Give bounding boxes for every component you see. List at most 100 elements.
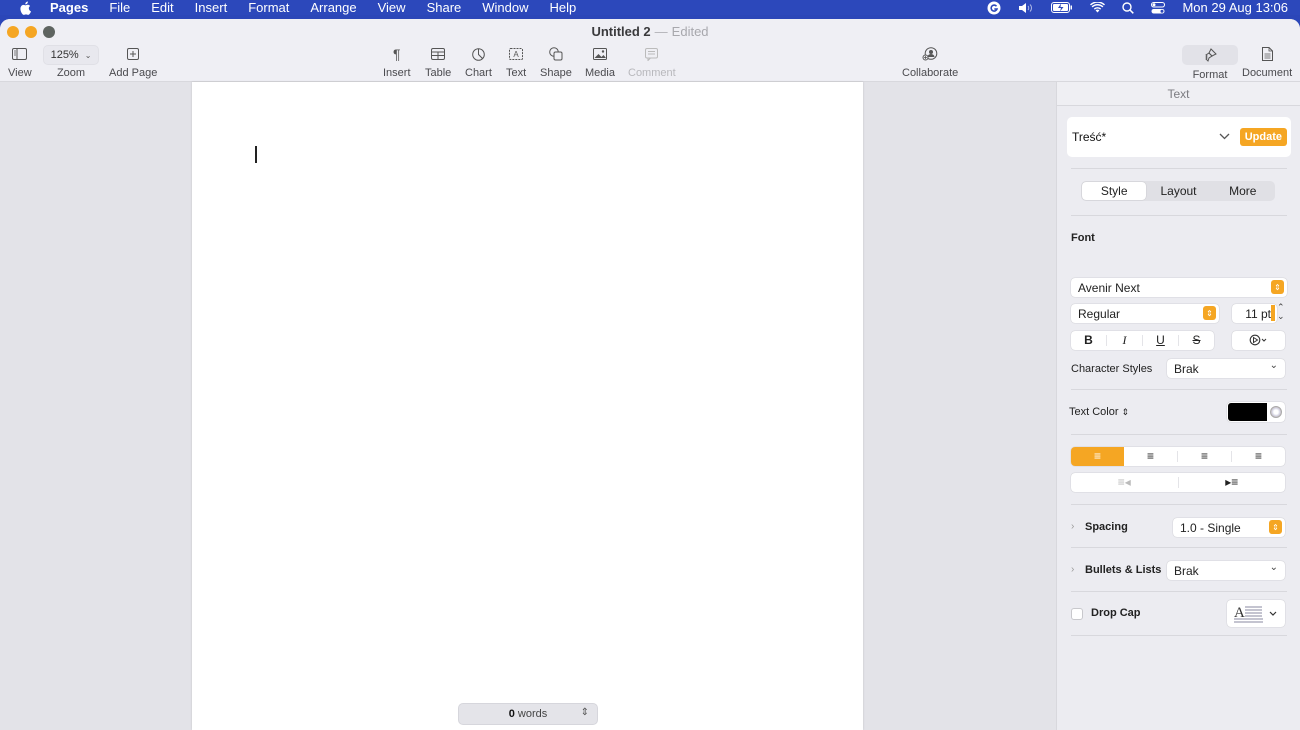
chart-button[interactable]: Chart xyxy=(465,45,492,79)
media-label: Media xyxy=(585,67,615,79)
menu-share[interactable]: Share xyxy=(427,0,462,15)
drop-cap-style-select[interactable]: A xyxy=(1227,600,1285,627)
menu-insert[interactable]: Insert xyxy=(195,0,228,15)
spacing-label[interactable]: Spacing xyxy=(1085,521,1128,533)
apple-menu-icon[interactable] xyxy=(18,1,32,15)
align-right-icon[interactable]: ≡ xyxy=(1178,450,1232,462)
menu-app-pages[interactable]: Pages xyxy=(50,0,88,15)
view-button[interactable]: View xyxy=(8,45,32,79)
table-button[interactable]: Table xyxy=(425,45,451,79)
font-section-label: Font xyxy=(1071,232,1095,244)
menu-window[interactable]: Window xyxy=(482,0,528,15)
insert-button[interactable]: ¶ Insert xyxy=(383,45,411,79)
text-cursor xyxy=(255,146,257,163)
divider xyxy=(1071,547,1287,548)
divider xyxy=(1071,635,1287,636)
disclosure-chevron-icon[interactable]: › xyxy=(1071,564,1074,575)
decrease-indent-icon[interactable]: ≡◂ xyxy=(1071,476,1179,488)
text-color-well[interactable] xyxy=(1227,402,1285,422)
word-count-value: 0 xyxy=(508,708,515,720)
text-color-label[interactable]: Text Color ⇕ xyxy=(1069,406,1129,418)
underline-button[interactable]: U xyxy=(1143,334,1179,346)
align-justify-icon[interactable]: ≡ xyxy=(1232,450,1285,462)
increase-indent-icon[interactable]: ▸≡ xyxy=(1179,476,1286,488)
color-wheel-icon[interactable] xyxy=(1270,406,1282,418)
italic-button[interactable]: I xyxy=(1107,334,1143,346)
grammarly-icon[interactable] xyxy=(987,0,1001,15)
font-family-select[interactable]: Avenir Next ⇕ xyxy=(1071,278,1287,297)
control-center-icon[interactable] xyxy=(1151,0,1166,15)
paintbrush-icon xyxy=(1182,45,1238,65)
bullets-lists-label[interactable]: Bullets & Lists xyxy=(1085,564,1161,576)
menu-file[interactable]: File xyxy=(109,0,130,15)
drop-cap-checkbox[interactable] xyxy=(1071,608,1083,620)
word-count-popup[interactable]: 0 words ⇕ xyxy=(458,703,598,725)
menu-view[interactable]: View xyxy=(378,0,406,15)
document-button[interactable]: Document xyxy=(1242,45,1292,79)
wifi-icon[interactable] xyxy=(1090,0,1106,15)
collaborate-button[interactable]: Collaborate xyxy=(902,45,958,79)
align-center-icon[interactable]: ≡ xyxy=(1124,450,1178,462)
zoom-control[interactable]: 125% ⌄ Zoom xyxy=(43,45,99,79)
comment-icon xyxy=(645,45,659,63)
font-size-value: 11 pt xyxy=(1245,306,1271,321)
text-box-button[interactable]: A Text xyxy=(506,45,526,79)
shape-icon xyxy=(549,45,563,63)
chevron-down-icon: ⌄ xyxy=(84,50,92,60)
update-style-button[interactable]: Update xyxy=(1239,128,1287,146)
table-label: Table xyxy=(425,67,452,79)
format-button[interactable]: Format xyxy=(1182,45,1238,81)
document-canvas: 0 words ⇕ xyxy=(0,82,1056,730)
add-page-button[interactable]: Add Page xyxy=(109,45,157,79)
paragraph-style-card[interactable]: Treść* Update xyxy=(1067,117,1291,157)
battery-charging-icon[interactable] xyxy=(1051,0,1073,15)
view-label: View xyxy=(8,67,32,79)
character-styles-value: Brak xyxy=(1174,361,1199,376)
strikethrough-button[interactable]: S xyxy=(1179,334,1214,346)
menu-edit[interactable]: Edit xyxy=(151,0,173,15)
menu-help[interactable]: Help xyxy=(550,0,577,15)
align-left-icon[interactable]: ≡ xyxy=(1071,447,1124,466)
menu-bar-clock[interactable]: Mon 29 Aug 13:06 xyxy=(1182,0,1288,15)
divider xyxy=(1071,215,1287,216)
tab-style[interactable]: Style xyxy=(1082,182,1147,200)
volume-icon[interactable] xyxy=(1018,0,1034,15)
spotlight-search-icon[interactable] xyxy=(1122,0,1135,15)
bold-button[interactable]: B xyxy=(1071,334,1107,346)
disclosure-chevron-icon[interactable]: › xyxy=(1071,521,1074,532)
edited-status: Edited xyxy=(671,24,709,39)
font-size-stepper[interactable]: ⌃ ⌄ xyxy=(1277,303,1285,321)
spacing-select[interactable]: 1.0 - Single ⇕ xyxy=(1173,518,1285,537)
chevron-down-icon[interactable] xyxy=(1219,132,1230,143)
font-size-focus-marker xyxy=(1271,305,1275,321)
bullets-lists-select[interactable]: Brak ⌄ xyxy=(1167,561,1285,580)
divider xyxy=(1071,389,1287,390)
paragraph-style-name[interactable]: Treść* xyxy=(1072,130,1219,144)
shape-button[interactable]: Shape xyxy=(540,45,572,79)
zoom-select[interactable]: 125% ⌄ xyxy=(43,45,99,65)
character-styles-select[interactable]: Brak ⌄ xyxy=(1167,359,1285,378)
document-page[interactable] xyxy=(192,82,863,730)
menu-bar: Pages File Edit Insert Format Arrange Vi… xyxy=(0,0,1300,15)
menu-format[interactable]: Format xyxy=(248,0,289,15)
up-down-chevron-icon: ⇕ xyxy=(1121,407,1130,417)
media-button[interactable]: Media xyxy=(585,45,615,79)
gear-options-icon xyxy=(1232,334,1285,348)
title-separator: — xyxy=(654,24,668,39)
bullets-lists-value: Brak xyxy=(1174,563,1199,578)
text-color-swatch[interactable] xyxy=(1228,403,1267,421)
drop-cap-preview-icon: A xyxy=(1234,605,1277,623)
font-family-value: Avenir Next xyxy=(1078,280,1140,295)
tab-more[interactable]: More xyxy=(1211,182,1275,200)
collaborate-label: Collaborate xyxy=(902,67,959,79)
character-styles-label: Character Styles xyxy=(1071,363,1153,375)
text-label: Text xyxy=(506,67,527,79)
text-options-button[interactable] xyxy=(1232,331,1285,350)
add-page-icon xyxy=(127,45,140,63)
chevron-down-icon: ⌄ xyxy=(1269,562,1278,573)
comment-button[interactable]: Comment xyxy=(628,45,676,79)
typeface-select[interactable]: Regular ⇕ xyxy=(1071,304,1219,323)
tab-layout[interactable]: Layout xyxy=(1146,182,1210,200)
format-label: Format xyxy=(1192,69,1228,81)
menu-arrange[interactable]: Arrange xyxy=(310,0,356,15)
